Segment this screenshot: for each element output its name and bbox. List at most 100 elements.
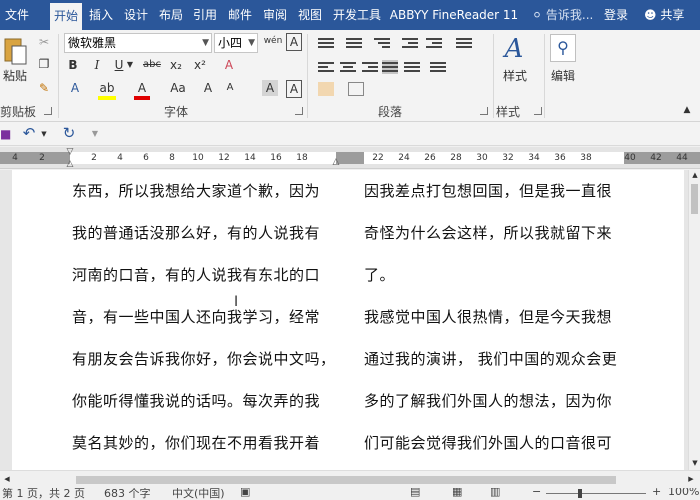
login-button[interactable]: 登录	[604, 0, 628, 30]
horizontal-scrollbar[interactable]: ◀ ▶	[0, 470, 700, 488]
align-center-icon[interactable]	[340, 60, 356, 74]
tab-view[interactable]: 视图	[293, 0, 327, 30]
styles-launcher-icon[interactable]	[534, 107, 542, 115]
zoom-in-icon[interactable]: +	[652, 488, 661, 498]
superscript-button[interactable]: x²	[192, 57, 208, 73]
i-beam-cursor-icon: I	[234, 294, 239, 310]
clipboard-launcher-icon[interactable]	[44, 107, 52, 115]
word-count[interactable]: 683 个字	[104, 488, 151, 500]
paste-icon[interactable]	[2, 36, 28, 66]
tab-file[interactable]: 文件	[0, 0, 34, 30]
print-layout-icon[interactable]: ▦	[452, 488, 462, 498]
chinese-layout-icon[interactable]	[456, 36, 472, 50]
tab-references[interactable]: 引用	[188, 0, 222, 30]
shrink-font-icon[interactable]: A	[222, 80, 238, 96]
strikethrough-button[interactable]: abc	[140, 57, 164, 73]
repeat-icon[interactable]: ↻	[60, 125, 78, 141]
first-line-indent-icon[interactable]: ▽	[64, 147, 76, 157]
decrease-indent-icon[interactable]	[402, 36, 418, 50]
zoom-slider-thumb[interactable]	[578, 489, 582, 498]
change-case-icon[interactable]: Aa	[170, 80, 186, 96]
language-status[interactable]: 中文(中国)	[172, 488, 225, 500]
tell-me-search[interactable]: ⚪ 告诉我...	[532, 0, 593, 30]
font-name-combo[interactable]: 微软雅黑 ▼	[64, 33, 212, 53]
phonetic-guide-icon[interactable]: wén	[262, 33, 284, 49]
tell-me-text: 告诉我...	[545, 8, 594, 22]
format-painter-icon[interactable]: ✎	[36, 80, 52, 96]
zoom-out-icon[interactable]: −	[532, 488, 541, 498]
macro-icon[interactable]: ▣	[240, 488, 250, 498]
text-line: 因我差点打包想回国，但是我一直很	[364, 182, 613, 200]
font-size-combo[interactable]: 小四 ▼	[214, 33, 258, 53]
ruler-tick: 32	[502, 153, 514, 163]
char-border-icon[interactable]: A	[286, 33, 302, 51]
tab-developer[interactable]: 开发工具	[329, 0, 385, 30]
scroll-left-icon[interactable]: ◀	[2, 473, 12, 485]
scroll-thumb[interactable]	[76, 476, 616, 484]
paste-label[interactable]: 粘贴	[0, 68, 30, 84]
read-mode-icon[interactable]: ▤	[410, 488, 420, 498]
enclose-char-icon[interactable]: A	[286, 80, 302, 98]
page-count[interactable]: 第 1 页，共 2 页	[2, 488, 85, 500]
cut-icon[interactable]: ✂	[36, 34, 52, 50]
collapse-ribbon-icon[interactable]: ▲	[680, 102, 694, 118]
ruler-tick: 38	[580, 153, 592, 163]
save-icon[interactable]: ■	[0, 126, 11, 142]
clear-format-icon[interactable]: A	[220, 57, 238, 73]
text-effects-icon[interactable]: A	[66, 80, 84, 96]
font-color-icon[interactable]: A	[134, 80, 150, 100]
highlight-icon[interactable]: ab	[98, 80, 116, 100]
customize-qat-icon[interactable]: ▼	[90, 126, 100, 142]
ribbon-home: 粘贴 ✂ ❐ ✎ 剪贴板 微软雅黑 ▼ 小四 ▼ wén A B I U ▼ abc…	[0, 30, 700, 122]
subscript-button[interactable]: x₂	[168, 57, 184, 73]
tab-abbyy[interactable]: ABBYY FineReader 11	[389, 0, 519, 30]
chevron-down-icon[interactable]: ▼	[40, 126, 48, 142]
right-indent-icon[interactable]: △	[330, 157, 342, 167]
vertical-scrollbar[interactable]: ▲ ▼	[688, 170, 700, 470]
shading-icon[interactable]	[318, 82, 334, 96]
zoom-level[interactable]: 100%	[668, 488, 699, 498]
grow-font-icon[interactable]: A	[200, 80, 216, 96]
justify-icon[interactable]	[382, 60, 398, 74]
line-spacing-icon[interactable]	[430, 60, 446, 74]
borders-icon[interactable]	[348, 82, 364, 96]
bold-button[interactable]: B	[66, 57, 80, 73]
numbering-icon[interactable]	[346, 36, 362, 50]
page[interactable]: 东西，所以我想给大家道个歉，因为 我的普通话没那么好，有的人说我有 河南的口音，…	[12, 170, 684, 470]
paragraph-launcher-icon[interactable]	[480, 107, 488, 115]
scroll-thumb[interactable]	[691, 184, 698, 214]
copy-icon[interactable]: ❐	[36, 56, 52, 72]
multilevel-list-icon[interactable]	[374, 36, 390, 50]
tab-insert[interactable]: 插入	[84, 0, 118, 30]
chevron-down-icon[interactable]: ▼	[126, 57, 134, 73]
align-right-icon[interactable]	[362, 60, 378, 74]
web-layout-icon[interactable]: ▥	[490, 488, 500, 498]
align-left-icon[interactable]	[318, 60, 334, 74]
tab-layout[interactable]: 布局	[154, 0, 188, 30]
font-launcher-icon[interactable]	[295, 107, 303, 115]
horizontal-ruler[interactable]: 4 2 2 4 6 8 10 12 14 16 18 22 24 26 28 3…	[0, 147, 700, 169]
underline-button[interactable]: U	[112, 57, 126, 73]
share-button[interactable]: ☻ 共享	[644, 0, 684, 30]
styles-icon[interactable]: A	[500, 34, 528, 64]
editing-label[interactable]: 编辑	[546, 68, 580, 84]
styles-label[interactable]: 样式	[500, 68, 530, 84]
scroll-down-icon[interactable]: ▼	[690, 458, 700, 468]
tab-design[interactable]: 设计	[119, 0, 153, 30]
bullets-icon[interactable]	[318, 36, 334, 50]
italic-button[interactable]: I	[90, 57, 104, 73]
scroll-right-icon[interactable]: ▶	[686, 473, 696, 485]
char-shade-icon[interactable]: A	[262, 80, 278, 96]
search-icon[interactable]: ⚲	[550, 34, 576, 62]
hanging-indent-icon[interactable]: △	[64, 159, 76, 169]
tab-mailings[interactable]: 邮件	[223, 0, 257, 30]
tab-home[interactable]: 开始	[50, 3, 82, 30]
increase-indent-icon[interactable]	[426, 36, 442, 50]
distributed-icon[interactable]	[404, 60, 420, 74]
undo-icon[interactable]: ↶	[20, 125, 38, 141]
scroll-up-icon[interactable]: ▲	[690, 170, 700, 180]
lightbulb-icon: ⚪	[532, 8, 543, 22]
zoom-slider[interactable]	[546, 493, 646, 494]
ruler-tick: 36	[554, 153, 566, 163]
tab-review[interactable]: 审阅	[258, 0, 292, 30]
